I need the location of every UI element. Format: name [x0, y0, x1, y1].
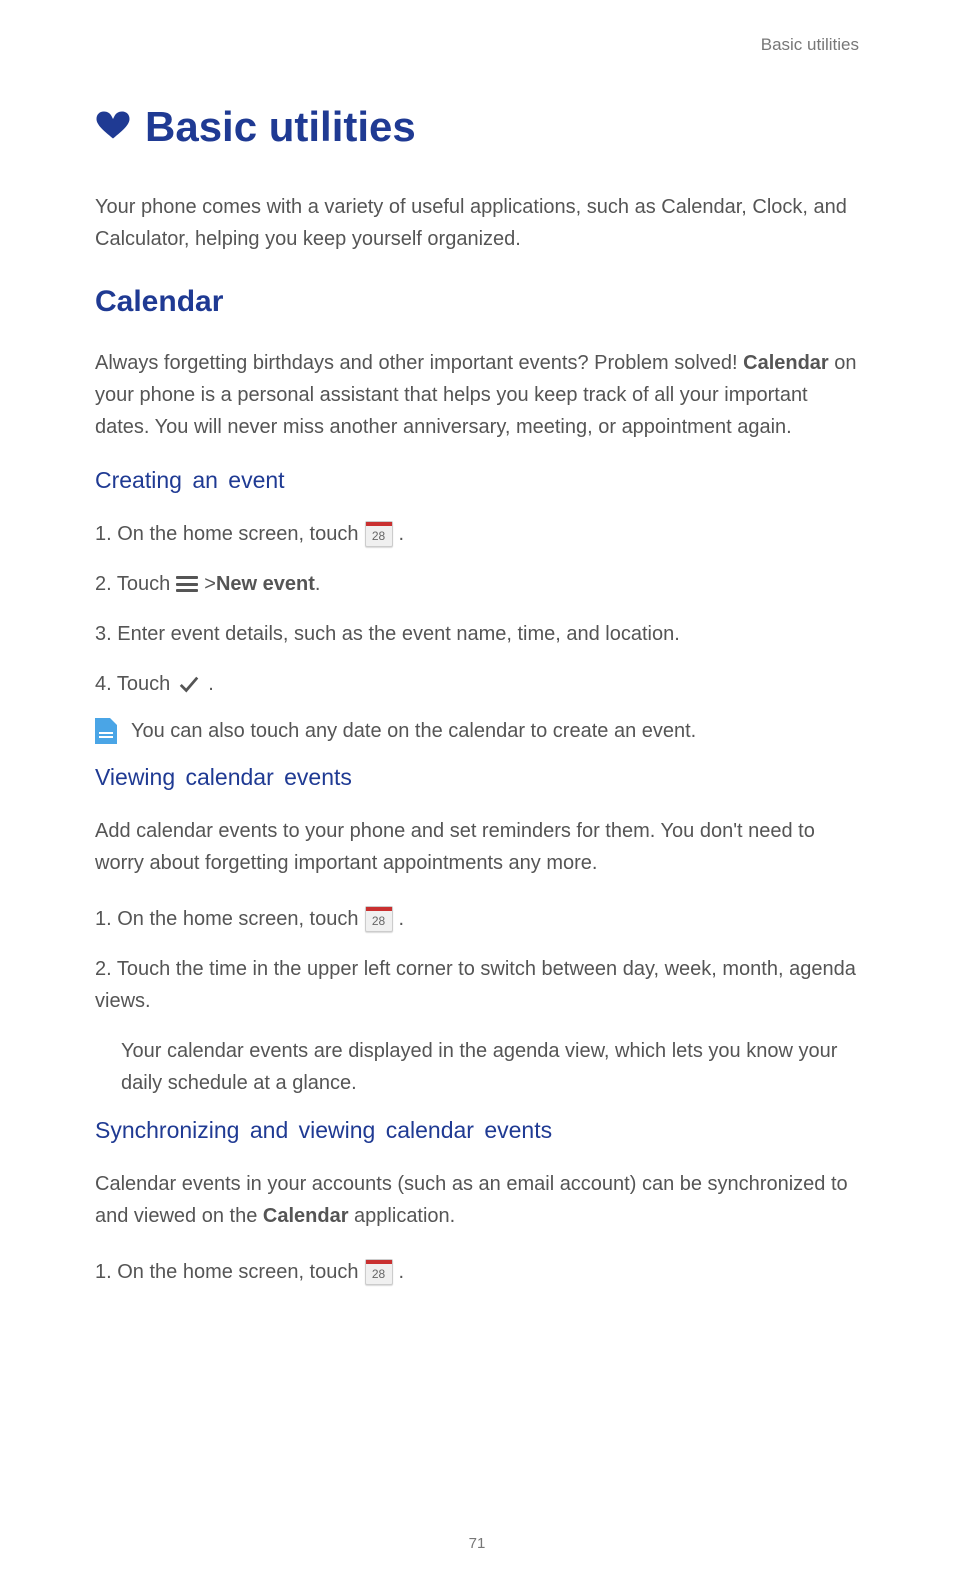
sync-step-1: 1. On the home screen, touch 28 . — [95, 1256, 859, 1288]
view-step-1: 1. On the home screen, touch 28 . — [95, 903, 859, 935]
subsection-creating-event: Creating an event — [95, 467, 859, 494]
page-number: 71 — [0, 1535, 954, 1552]
step-text: 1. On the home screen, touch — [95, 903, 359, 935]
step-3: 3. Enter event details, such as the even… — [95, 618, 859, 650]
step-text: 4. Touch — [95, 668, 170, 700]
page-container: Basic utilities Basic utilities Your pho… — [0, 0, 954, 1577]
calendar-app-icon: 28 — [365, 1259, 393, 1285]
calendar-app-icon: 28 — [365, 521, 393, 547]
step-4: 4. Touch . — [95, 668, 859, 700]
chapter-title: Basic utilities — [145, 103, 416, 151]
sync-intro: Calendar events in your accounts (such a… — [95, 1168, 859, 1232]
step-text: 2. Touch the time in the upper left corn… — [95, 953, 859, 1017]
text-bold: Calendar — [743, 352, 829, 374]
text-bold: Calendar — [263, 1205, 349, 1227]
step-text: . — [399, 903, 405, 935]
text: Calendar events in your accounts (such a… — [95, 1173, 848, 1227]
step-text: 1. On the home screen, touch — [95, 518, 359, 550]
section-calendar-intro: Always forgetting birthdays and other im… — [95, 347, 859, 443]
text: Always forgetting birthdays and other im… — [95, 352, 743, 374]
text: application. — [349, 1205, 456, 1227]
view-step-2: 2. Touch the time in the upper left corn… — [95, 953, 859, 1017]
section-calendar-title: Calendar — [95, 285, 859, 319]
utilities-icon — [95, 107, 131, 148]
calendar-app-icon: 28 — [365, 906, 393, 932]
calendar-icon-number: 28 — [366, 527, 392, 546]
step-text: 3. Enter event details, such as the even… — [95, 618, 680, 650]
chapter-title-row: Basic utilities — [95, 103, 859, 151]
calendar-icon-number: 28 — [366, 912, 392, 931]
step-text: . — [399, 518, 405, 550]
note-icon — [95, 718, 117, 744]
checkmark-icon — [176, 673, 202, 695]
menu-icon — [176, 576, 198, 592]
viewing-intro: Add calendar events to your phone and se… — [95, 815, 859, 879]
step-text: > — [204, 568, 216, 600]
note-text: You can also touch any date on the calen… — [131, 720, 696, 743]
note: You can also touch any date on the calen… — [95, 718, 859, 744]
intro-paragraph: Your phone comes with a variety of usefu… — [95, 191, 859, 255]
step-text: . — [399, 1256, 405, 1288]
running-header: Basic utilities — [95, 35, 859, 55]
step-text-bold: New event — [216, 568, 315, 600]
step-1: 1. On the home screen, touch 28 . — [95, 518, 859, 550]
view-step-2-sub: Your calendar events are displayed in th… — [121, 1035, 859, 1099]
step-text: . — [208, 668, 214, 700]
calendar-icon-number: 28 — [366, 1265, 392, 1284]
step-text: 2. Touch — [95, 568, 170, 600]
step-text: 1. On the home screen, touch — [95, 1256, 359, 1288]
step-text: . — [315, 568, 321, 600]
subsection-sync-events: Synchronizing and viewing calendar event… — [95, 1117, 859, 1144]
step-2: 2. Touch > New event . — [95, 568, 859, 600]
subsection-viewing-events: Viewing calendar events — [95, 764, 859, 791]
